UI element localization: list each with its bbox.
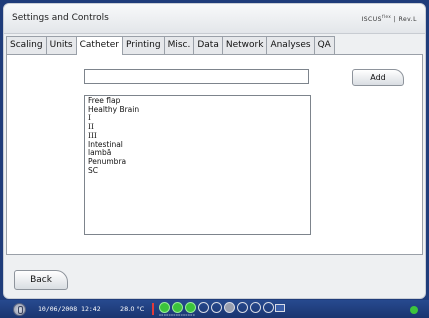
list-item[interactable]: Intestinal [88, 140, 307, 150]
list-item[interactable]: Penumbra [88, 157, 307, 167]
tab-units[interactable]: Units [45, 36, 77, 54]
tab-catheter[interactable]: Catheter [75, 36, 123, 55]
network-status-icon [410, 306, 418, 314]
brand-sup: flex [381, 14, 392, 19]
channel-icon [198, 302, 209, 313]
window-title: Settings and Controls [12, 13, 109, 23]
channel-icon [185, 302, 196, 313]
tab-misc[interactable]: Misc. [163, 36, 195, 54]
title-bar: Settings and Controls ISCUSflex | Rev.L [4, 4, 425, 34]
catheter-list[interactable]: Free flap Healthy Brain I II III Intesti… [84, 95, 311, 235]
tab-analyses[interactable]: Analyses [266, 36, 315, 54]
power-icon[interactable] [13, 303, 26, 316]
tab-data[interactable]: Data [193, 36, 223, 54]
brand-revision: | Rev.L [393, 16, 417, 23]
status-temperature: 28.0 °C [120, 305, 145, 313]
channel-icon [263, 302, 274, 313]
channel-indicators [159, 302, 274, 313]
screen: Settings and Controls ISCUSflex | Rev.L … [0, 0, 429, 318]
settings-window: Settings and Controls ISCUSflex | Rev.L … [3, 3, 426, 299]
tab-network[interactable]: Network [221, 36, 268, 54]
status-datetime: 10/06/2008 12:42 [38, 305, 101, 313]
brand-logo: ISCUSflex | Rev.L [361, 14, 417, 23]
add-button[interactable]: Add [352, 69, 404, 86]
channel-icon [237, 302, 248, 313]
list-item[interactable]: Healthy Brain [88, 105, 307, 115]
channel-icon [211, 302, 222, 313]
list-item[interactable]: I [88, 114, 307, 123]
tab-scaling[interactable]: Scaling [6, 36, 47, 54]
back-button[interactable]: Back [14, 270, 68, 290]
brand-name: ISCUS [361, 16, 382, 23]
tab-bar: Scaling Units Catheter Printing Misc. Da… [6, 36, 335, 55]
temperature-indicator-bar [152, 303, 154, 315]
list-item[interactable]: SC [88, 166, 307, 176]
list-item[interactable]: II [88, 122, 307, 132]
channel-icon [172, 302, 183, 313]
channel-icon [250, 302, 261, 313]
tab-printing[interactable]: Printing [121, 36, 165, 54]
tab-qa[interactable]: QA [313, 36, 335, 54]
channel-dots: 000000000000000 [159, 313, 196, 317]
catheter-name-input[interactable] [84, 69, 309, 84]
monitor-icon[interactable] [275, 304, 285, 312]
catheter-panel: Add Free flap Healthy Brain I II III Int… [6, 54, 423, 255]
channel-icon [224, 302, 235, 313]
channel-icon [159, 302, 170, 313]
